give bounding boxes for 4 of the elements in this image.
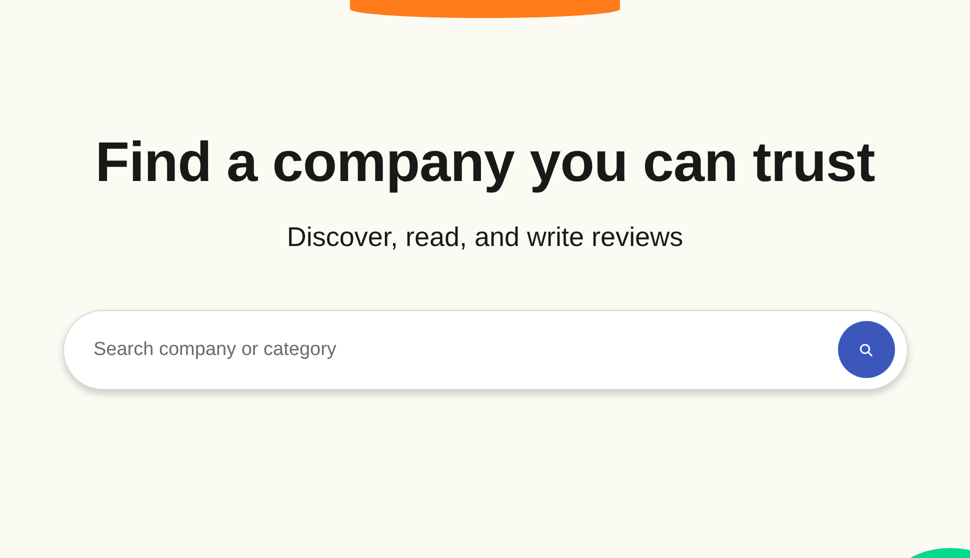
search-icon [859,342,873,356]
hero-title: Find a company you can trust [95,130,875,194]
search-field[interactable]: Search company or category [62,310,908,390]
hero-subtitle: Discover, read, and write reviews [286,221,684,254]
